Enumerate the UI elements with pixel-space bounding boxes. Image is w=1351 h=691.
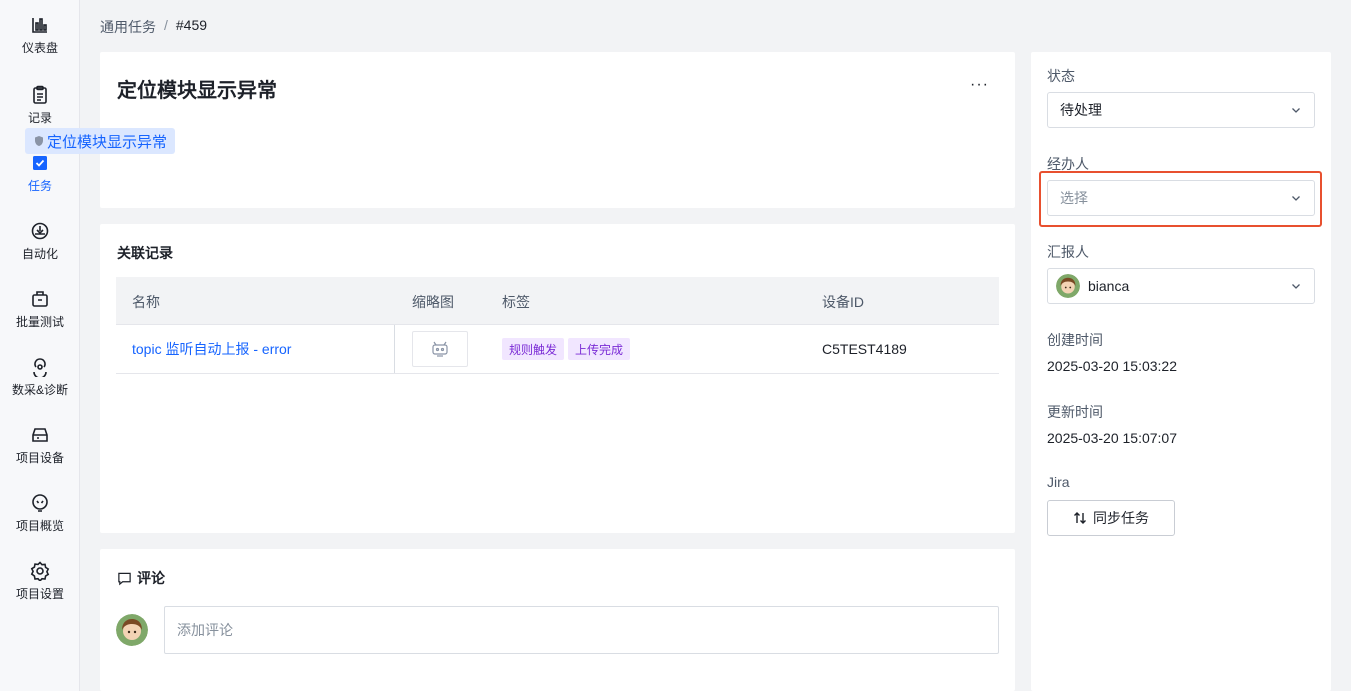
nav-label: 项目设备 — [15, 451, 64, 465]
column-header-name: 名称 — [132, 294, 160, 310]
sort-arrows-icon — [1074, 512, 1086, 524]
column-header-thumbnail: 缩略图 — [412, 294, 454, 310]
task-tag-label: 定位模块显示异常 — [47, 133, 168, 151]
task-icon — [29, 152, 51, 174]
nav-label: 仪表盘 — [21, 41, 58, 55]
record-device-id: C5TEST4189 — [822, 341, 907, 357]
status-label: 状态 — [1047, 68, 1075, 84]
sync-task-label: 同步任务 — [1093, 510, 1149, 526]
breadcrumb-separator: / — [164, 17, 168, 33]
comment-icon — [118, 572, 131, 585]
jira-label: Jira — [1047, 474, 1070, 490]
comment-input[interactable] — [164, 606, 999, 654]
nav-item-dashboard[interactable]: 仪表盘 — [0, 14, 80, 74]
table-header: 名称 缩略图 标签 设备ID — [116, 277, 999, 325]
diagnosis-icon — [29, 356, 51, 378]
record-name-link[interactable]: topic 监听自动上报 - error — [132, 339, 291, 359]
avatar — [1056, 274, 1080, 298]
breadcrumb-parent[interactable]: 通用任务 — [100, 17, 156, 37]
nav-label: 批量测试 — [15, 315, 64, 329]
status-value: 待处理 — [1060, 102, 1102, 118]
avatar — [116, 614, 148, 646]
nav-label: 记录 — [27, 111, 52, 125]
table-row[interactable]: topic 监听自动上报 - error 规则触发 上传完成 C5TEST418… — [116, 325, 999, 374]
nav-item-devices[interactable]: 项目设备 — [0, 424, 80, 484]
related-records-card: 关联记录 名称 缩略图 标签 设备ID topic 监听自动上报 - error… — [100, 224, 1015, 533]
sync-task-button[interactable]: 同步任务 — [1047, 500, 1175, 536]
nav-label: 数采&诊断 — [11, 383, 68, 397]
sidebar: 仪表盘 记录 任务 自动化 批量测试 数采&诊断 项目设备 项目概览 项目设置 — [0, 0, 80, 691]
nav-item-overview[interactable]: 项目概览 — [0, 492, 80, 552]
nav-item-diagnosis[interactable]: 数采&诊断 — [0, 356, 80, 416]
updated-time-label: 更新时间 — [1047, 404, 1103, 420]
nav-item-tasks[interactable]: 任务 — [0, 152, 80, 212]
created-time-value: 2025-03-20 15:03:22 — [1047, 358, 1177, 374]
column-header-tags: 标签 — [502, 294, 530, 310]
updated-time-value: 2025-03-20 15:07:07 — [1047, 430, 1177, 446]
records-section-title: 关联记录 — [117, 245, 173, 261]
comments-title: 评论 — [137, 570, 165, 586]
chevron-down-icon — [1292, 284, 1300, 289]
reporter-select[interactable]: bianca — [1047, 268, 1315, 304]
nav-item-settings[interactable]: 项目设置 — [0, 560, 80, 620]
task-tag[interactable]: 定位模块显示异常 — [25, 128, 176, 154]
nav-label: 任务 — [27, 179, 52, 193]
records-table: 名称 缩略图 标签 设备ID topic 监听自动上报 - error 规则触发… — [116, 277, 999, 374]
nav-item-batch-test[interactable]: 批量测试 — [0, 288, 80, 348]
page-title: 定位模块显示异常 — [117, 80, 277, 102]
comments-card: 评论 — [100, 549, 1015, 691]
more-button[interactable]: ··· — [970, 76, 989, 94]
assignee-highlight-box — [1039, 171, 1322, 227]
clipboard-icon — [29, 84, 51, 106]
breadcrumb: 通用任务 / #459 — [100, 17, 207, 37]
record-tag: 规则触发 — [502, 338, 565, 360]
column-header-device-id: 设备ID — [822, 294, 864, 310]
shield-icon — [35, 136, 43, 146]
gear-icon — [29, 560, 51, 582]
record-tag: 上传完成 — [568, 338, 631, 360]
batch-test-icon — [29, 288, 51, 310]
nav-label: 自动化 — [21, 247, 58, 261]
status-select[interactable]: 待处理 — [1047, 92, 1315, 128]
comments-header: 评论 — [117, 568, 165, 588]
record-thumbnail[interactable] — [412, 331, 468, 367]
nav-label: 项目概览 — [15, 519, 64, 533]
robot-icon — [432, 341, 448, 357]
created-time-label: 创建时间 — [1047, 332, 1103, 348]
chevron-down-icon — [1292, 108, 1300, 113]
automation-icon — [29, 220, 51, 242]
breadcrumb-current: #459 — [175, 17, 208, 33]
reporter-value: bianca — [1088, 278, 1130, 294]
nav-label: 项目设置 — [15, 587, 64, 601]
dashboard-icon — [29, 14, 51, 36]
task-header-card: 定位模块显示异常 ··· — [100, 52, 1015, 208]
task-details-panel: 状态 待处理 经办人 选择 汇报人 bianca 创建时间 2025-03-20… — [1031, 52, 1331, 691]
reporter-label: 汇报人 — [1047, 244, 1089, 260]
column-divider — [394, 325, 395, 373]
overview-icon — [29, 492, 51, 514]
device-icon — [29, 424, 51, 446]
nav-item-automation[interactable]: 自动化 — [0, 220, 80, 280]
